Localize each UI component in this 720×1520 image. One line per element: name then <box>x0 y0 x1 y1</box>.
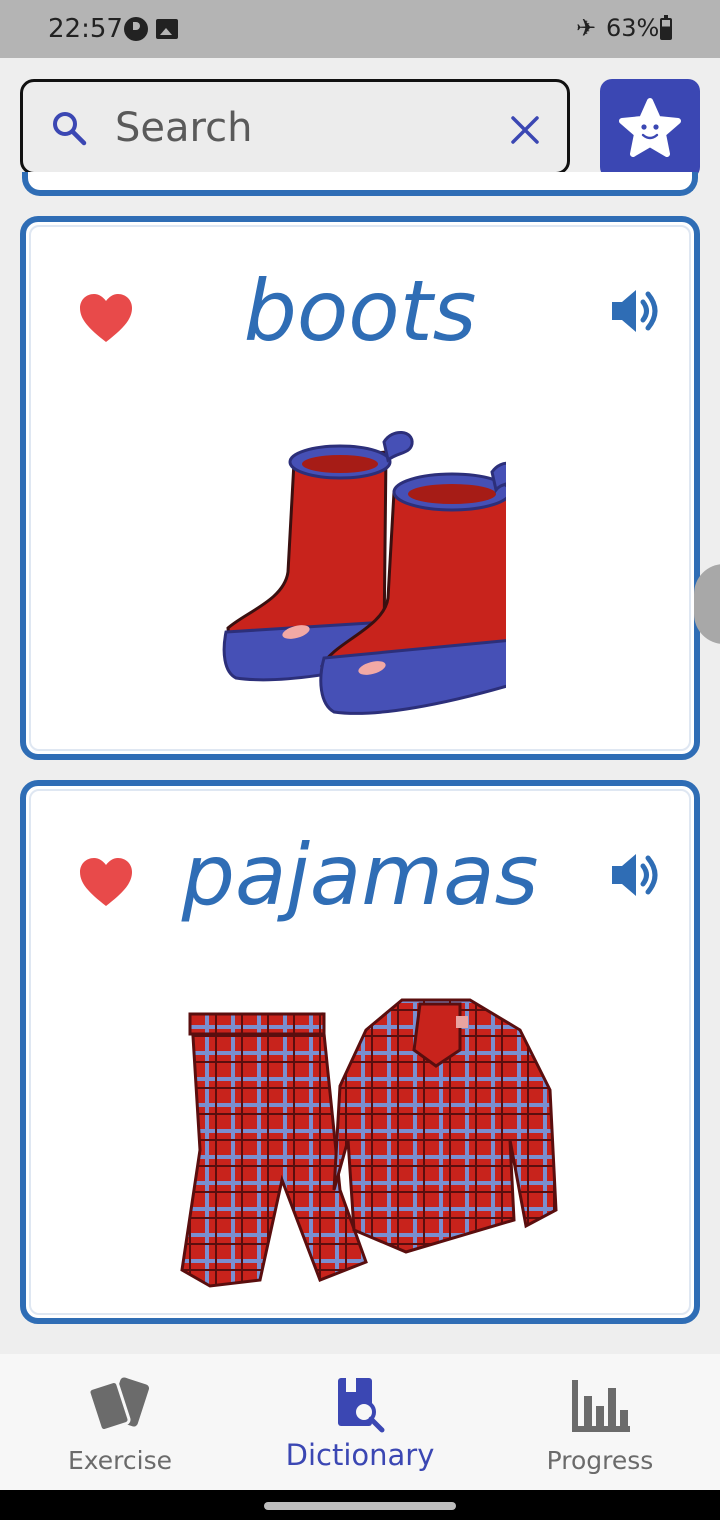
battery-icon <box>660 15 672 40</box>
cards-icon <box>87 1377 150 1433</box>
previous-card-edge <box>22 172 698 196</box>
close-icon[interactable] <box>507 112 543 148</box>
nav-exercise[interactable]: Exercise <box>0 1354 240 1490</box>
home-gesture-pill[interactable] <box>264 1502 456 1510</box>
dictionary-search-icon <box>338 1378 385 1433</box>
speaker-icon[interactable] <box>608 284 662 338</box>
nav-dictionary[interactable]: Dictionary <box>240 1354 480 1490</box>
status-time: 22:57 <box>48 14 123 44</box>
word-card[interactable]: boots <box>20 216 700 760</box>
search-icon <box>53 112 87 146</box>
card-word: pajamas <box>181 826 539 924</box>
word-card[interactable]: pajamas <box>20 780 700 1324</box>
boots-illustration <box>222 431 506 715</box>
airplane-mode-icon: ✈ <box>576 15 597 42</box>
bottom-navigation: Exercise Dictionary Progress <box>0 1354 720 1490</box>
data-saver-icon <box>124 17 148 41</box>
card-word: boots <box>243 262 477 360</box>
search-input[interactable] <box>115 100 475 156</box>
favorites-star-button[interactable] <box>600 79 700 179</box>
pajamas-illustration <box>180 998 558 1288</box>
nav-label: Progress <box>546 1446 654 1475</box>
search-bar[interactable] <box>20 79 570 175</box>
bar-chart-icon <box>572 1380 630 1432</box>
nav-progress[interactable]: Progress <box>480 1354 720 1490</box>
image-icon <box>156 19 178 39</box>
battery-percent: 63% <box>606 14 660 42</box>
nav-label: Dictionary <box>285 1438 435 1472</box>
gesture-bar <box>0 1490 720 1520</box>
star-face-icon <box>619 98 681 157</box>
speaker-icon[interactable] <box>608 848 662 902</box>
nav-label: Exercise <box>67 1446 173 1475</box>
status-bar: 22:57 ✈ 63% <box>0 0 720 58</box>
